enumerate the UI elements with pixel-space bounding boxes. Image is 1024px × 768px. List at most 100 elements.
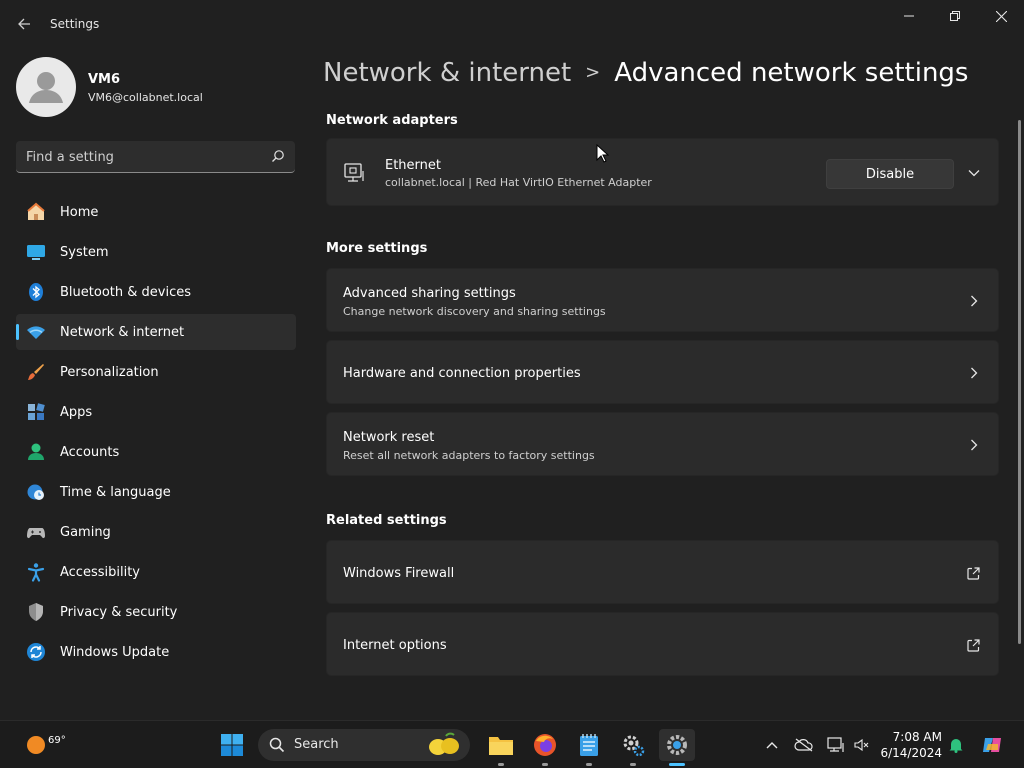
card-subtitle: Change network discovery and sharing set…: [343, 305, 606, 318]
card-subtitle: Reset all network adapters to factory se…: [343, 449, 595, 462]
sidebar-item-windows-update[interactable]: Windows Update: [16, 634, 296, 670]
notepad-icon: [580, 734, 598, 756]
breadcrumb: Network & internet > Advanced network sett…: [323, 58, 968, 88]
hardware-connection-properties-card[interactable]: Hardware and connection properties: [326, 340, 999, 404]
gamepad-icon: [26, 522, 46, 542]
user-name: VM6: [88, 72, 121, 87]
start-button[interactable]: [216, 729, 248, 761]
advanced-sharing-settings-card[interactable]: Advanced sharing settings Change network…: [326, 268, 999, 332]
section-title-more-settings: More settings: [326, 241, 428, 256]
sun-weather-icon: [27, 736, 45, 754]
sidebar-item-label: Personalization: [60, 364, 159, 380]
firefox-icon: [534, 734, 556, 756]
ethernet-icon: [344, 163, 364, 182]
home-icon: [26, 202, 46, 222]
file-explorer-taskbar-button[interactable]: [485, 729, 517, 766]
minimize-button[interactable]: [886, 0, 932, 32]
app-title: Settings: [50, 17, 100, 31]
card-title: Internet options: [343, 638, 447, 653]
search-input[interactable]: [26, 147, 266, 167]
taskbar-search-label: Search: [294, 737, 339, 752]
section-title-related-settings: Related settings: [326, 513, 447, 528]
sidebar-item-label: Home: [60, 204, 99, 220]
settings-taskbar-button[interactable]: [659, 729, 695, 766]
notification-bell-icon[interactable]: [946, 735, 966, 755]
taskbar: 69° Search 7:08 AM 6/14/2024: [0, 720, 1024, 768]
card-title: Hardware and connection properties: [343, 366, 581, 381]
copilot-icon[interactable]: [980, 733, 1006, 757]
accounts-icon: [26, 442, 46, 462]
network-reset-card[interactable]: Network reset Reset all network adapters…: [326, 412, 999, 476]
sidebar-item-time-language[interactable]: Time & language: [16, 474, 296, 510]
sidebar-item-label: Apps: [60, 404, 93, 420]
bluetooth-icon: [26, 282, 46, 302]
sidebar-item-label: System: [60, 244, 109, 260]
title-bar: Settings: [0, 0, 1024, 48]
adapter-description: collabnet.local | Red Hat VirtIO Etherne…: [385, 176, 652, 189]
chevron-down-icon[interactable]: [968, 167, 980, 179]
running-indicator: [542, 763, 548, 766]
wifi-icon: [26, 322, 46, 342]
breadcrumb-separator-icon: >: [585, 62, 601, 83]
user-email: VM6@collabnet.local: [88, 91, 203, 104]
accessibility-icon: [26, 562, 46, 582]
onedrive-offline-icon[interactable]: [794, 735, 814, 755]
sidebar-item-label: Network & internet: [60, 324, 185, 340]
sidebar-item-gaming[interactable]: Gaming: [16, 514, 296, 550]
sidebar-item-home[interactable]: Home: [16, 194, 296, 230]
sidebar-item-personalization[interactable]: Personalization: [16, 354, 296, 390]
sidebar-item-label: Windows Update: [60, 644, 170, 660]
firefox-taskbar-button[interactable]: [529, 729, 561, 766]
sidebar-item-network[interactable]: Network & internet: [16, 314, 296, 350]
taskbar-date[interactable]: 6/14/2024: [880, 746, 942, 760]
card-title: Advanced sharing settings: [343, 286, 516, 301]
clock-globe-icon: [26, 482, 46, 502]
windows-logo-icon: [221, 734, 243, 756]
breadcrumb-parent-link[interactable]: Network & internet: [323, 58, 571, 88]
scrollbar[interactable]: [1018, 120, 1021, 644]
sidebar-item-accounts[interactable]: Accounts: [16, 434, 296, 470]
sidebar-item-label: Privacy & security: [60, 604, 178, 620]
restore-button[interactable]: [932, 0, 978, 32]
internet-options-card[interactable]: Internet options: [326, 612, 999, 676]
chevron-right-icon: [971, 367, 978, 379]
sidebar-nav: Home System Bluetooth & devices Network …: [16, 194, 296, 674]
back-arrow-icon[interactable]: [12, 12, 36, 36]
taskbar-time[interactable]: 7:08 AM: [886, 730, 942, 744]
adapter-name: Ethernet: [385, 158, 441, 173]
disable-adapter-button[interactable]: Disable: [826, 159, 954, 189]
find-setting-search[interactable]: [16, 141, 295, 173]
weather-widget[interactable]: 69°: [16, 729, 66, 761]
sidebar-item-privacy-security[interactable]: Privacy & security: [16, 594, 296, 630]
settings-gear-icon: [667, 735, 687, 755]
windows-update-icon: [26, 642, 46, 662]
chevron-right-icon: [971, 439, 978, 451]
avatar[interactable]: [16, 57, 76, 117]
search-icon: [269, 737, 285, 753]
taskbar-search[interactable]: Search: [258, 729, 470, 761]
mouse-cursor-icon: [596, 144, 610, 163]
system-monitor-icon: [26, 242, 46, 262]
active-indicator: [669, 763, 685, 766]
close-button[interactable]: [978, 0, 1024, 32]
ethernet-adapter-card[interactable]: Ethernet collabnet.local | Red Hat VirtI…: [326, 138, 999, 206]
network-ethernet-icon[interactable]: [826, 735, 846, 755]
control-panel-taskbar-button[interactable]: [617, 729, 649, 766]
running-indicator: [586, 763, 592, 766]
paintbrush-icon: [26, 362, 46, 382]
sidebar-item-label: Bluetooth & devices: [60, 284, 191, 300]
sidebar-item-apps[interactable]: Apps: [16, 394, 296, 430]
sidebar-item-bluetooth[interactable]: Bluetooth & devices: [16, 274, 296, 310]
sidebar-item-label: Accounts: [60, 444, 120, 460]
notepad-taskbar-button[interactable]: [573, 729, 605, 766]
search-icon[interactable]: [271, 149, 285, 163]
show-hidden-icons-chevron-icon[interactable]: [762, 735, 782, 755]
sidebar-item-accessibility[interactable]: Accessibility: [16, 554, 296, 590]
card-title: Network reset: [343, 430, 435, 445]
apps-icon: [26, 402, 46, 422]
page-title: Advanced network settings: [614, 58, 969, 88]
volume-muted-icon[interactable]: [852, 735, 872, 755]
sidebar-item-system[interactable]: System: [16, 234, 296, 270]
windows-firewall-card[interactable]: Windows Firewall: [326, 540, 999, 604]
card-title: Windows Firewall: [343, 566, 455, 581]
